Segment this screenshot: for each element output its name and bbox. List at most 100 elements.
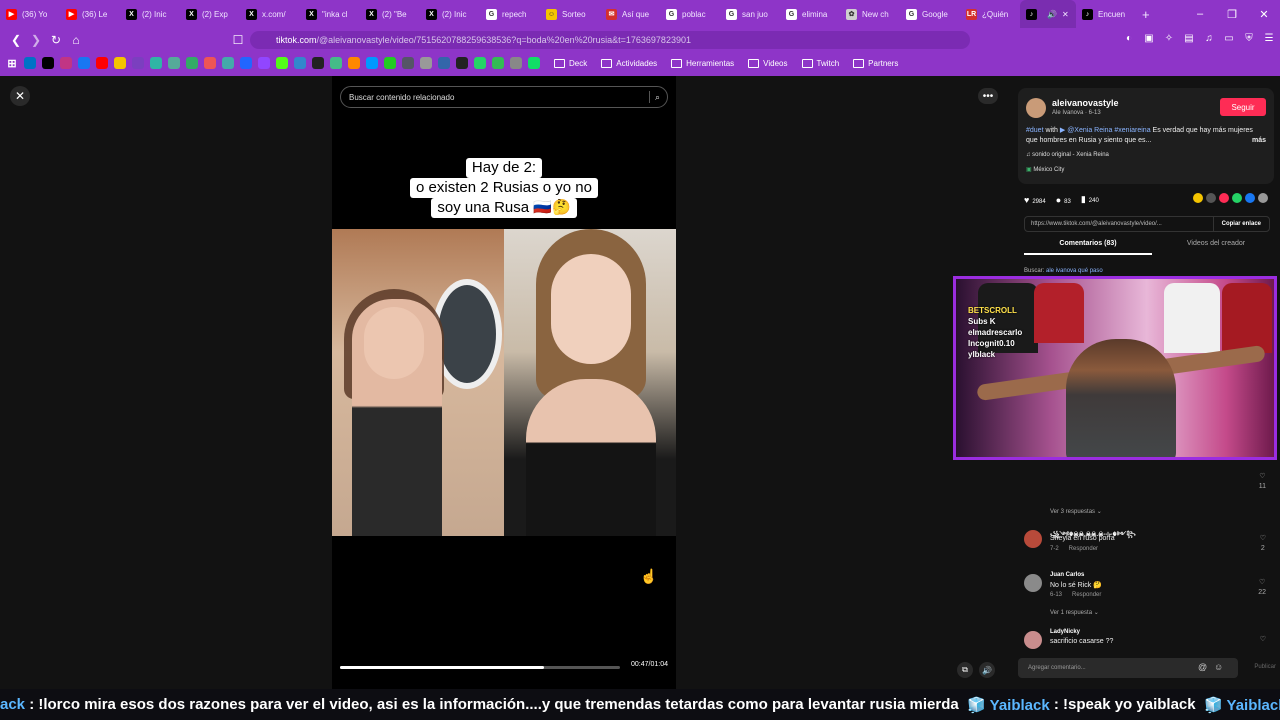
- tab-1[interactable]: ▶ (36) Le: [60, 0, 120, 28]
- mention-link[interactable]: ▶ @Xenia Reina: [1060, 127, 1113, 134]
- tab-16[interactable]: LR ¿Quién: [960, 0, 1020, 28]
- tab-7[interactable]: X (2) Inic: [420, 0, 480, 28]
- bookmark-icon[interactable]: ☐: [228, 30, 248, 50]
- tab-15[interactable]: G Google: [900, 0, 960, 28]
- comment-like[interactable]: ♡: [1260, 635, 1266, 645]
- avatar[interactable]: [1024, 631, 1042, 649]
- tab-3[interactable]: X (2) Exp: [180, 0, 240, 28]
- tab-creator-videos[interactable]: Videos del creador: [1152, 240, 1280, 255]
- instagram-icon[interactable]: [60, 57, 72, 69]
- app-icon[interactable]: [150, 57, 162, 69]
- tab-18[interactable]: ♪ Encuen: [1076, 0, 1136, 28]
- extension-icon[interactable]: ◐: [1122, 31, 1136, 45]
- author-username[interactable]: aleivanovastyle: [1052, 98, 1119, 108]
- back-icon[interactable]: ❮: [6, 30, 26, 50]
- video-player[interactable]: Buscar contenido relacionado ⌕ Hay de 2:…: [332, 76, 676, 689]
- new-tab-button[interactable]: +: [1136, 0, 1156, 28]
- maximize-icon[interactable]: ❐: [1216, 0, 1248, 28]
- view-replies-link[interactable]: Ver 3 respuestas ⌄: [1050, 508, 1102, 515]
- tab-2[interactable]: X (2) Inic: [120, 0, 180, 28]
- comment-like[interactable]: ♡ 2: [1260, 534, 1266, 554]
- tab-12[interactable]: Gsan juo: [720, 0, 780, 28]
- facebook-icon[interactable]: [78, 57, 90, 69]
- coin-icon[interactable]: [1193, 193, 1203, 203]
- save-button[interactable]: ▮ 240: [1081, 194, 1099, 205]
- app-icon[interactable]: [294, 57, 306, 69]
- tab-17[interactable]: ♪ 🔊 ✕: [1020, 0, 1076, 28]
- video-progress-bar[interactable]: [340, 666, 620, 669]
- search-icon[interactable]: ⌕: [649, 91, 661, 103]
- extension-icon[interactable]: ✧: [1162, 31, 1176, 45]
- app-icon[interactable]: [240, 57, 252, 69]
- extension-icon[interactable]: ▣: [1142, 31, 1156, 45]
- audio-icon[interactable]: 🔊: [1047, 10, 1057, 19]
- tab-comments[interactable]: Comentarios (83): [1024, 240, 1152, 255]
- reload-icon[interactable]: ↻: [46, 30, 66, 50]
- comment-like[interactable]: ♡ 11: [1259, 472, 1266, 492]
- whatsapp-icon[interactable]: [1232, 193, 1242, 203]
- close-window-icon[interactable]: ✕: [1248, 0, 1280, 28]
- tab-5[interactable]: X "inka cl: [300, 0, 360, 28]
- more-link[interactable]: más: [1252, 136, 1266, 146]
- pip-icon[interactable]: ⧉: [957, 662, 973, 678]
- app-icon[interactable]: [312, 57, 324, 69]
- close-icon[interactable]: ✕: [10, 86, 30, 106]
- send-icon[interactable]: [1219, 193, 1229, 203]
- tab-0[interactable]: ▶ (36) Yo: [0, 0, 60, 28]
- menu-icon[interactable]: ☰: [1262, 31, 1276, 45]
- app-icon[interactable]: [528, 57, 540, 69]
- wallet-icon[interactable]: ▭: [1222, 31, 1236, 45]
- forward-icon[interactable]: ❯: [26, 30, 46, 50]
- hashtag-link[interactable]: #duet: [1026, 127, 1044, 134]
- facebook-icon[interactable]: [1245, 193, 1255, 203]
- bookmark-folder-4[interactable]: Twitch: [801, 58, 839, 68]
- embed-icon[interactable]: [1206, 193, 1216, 203]
- home-icon[interactable]: ⌂: [66, 30, 86, 50]
- app-icon[interactable]: [384, 57, 396, 69]
- shield-icon[interactable]: ⛨: [1242, 31, 1256, 45]
- comment-like[interactable]: ♡ 22: [1258, 578, 1266, 598]
- app-icon[interactable]: [348, 57, 360, 69]
- app-icon[interactable]: [114, 57, 126, 69]
- tab-4[interactable]: Xx.com/: [240, 0, 300, 28]
- volume-icon[interactable]: 🔊: [979, 662, 995, 678]
- app-icon[interactable]: [222, 57, 234, 69]
- avatar[interactable]: [1026, 98, 1046, 118]
- bookmark-folder-2[interactable]: Herramientas: [671, 58, 734, 68]
- tiktok-icon[interactable]: [42, 57, 54, 69]
- hashtag-link[interactable]: #xeniareina: [1112, 127, 1150, 134]
- comment-author[interactable]: Juan Carlos: [1050, 572, 1084, 578]
- avatar[interactable]: [1024, 530, 1042, 548]
- tab-8[interactable]: Grepech: [480, 0, 540, 28]
- music-link[interactable]: ♫ sonido original - Xenia Reina: [1026, 152, 1109, 158]
- app-icon[interactable]: [366, 57, 378, 69]
- app-icon[interactable]: [132, 57, 144, 69]
- app-icon[interactable]: [438, 57, 450, 69]
- follow-button[interactable]: Seguir: [1220, 98, 1266, 116]
- bookmark-folder-5[interactable]: Partners: [853, 58, 898, 68]
- twitch-icon[interactable]: [258, 57, 270, 69]
- reply-button[interactable]: Responder: [1069, 546, 1098, 552]
- share-link[interactable]: https://www.tiktok.com/@aleivanovastyle/…: [1031, 221, 1162, 227]
- app-icon[interactable]: [204, 57, 216, 69]
- bookmark-folder-0[interactable]: Deck: [554, 58, 587, 68]
- tab-9[interactable]: ☺ Sorteo: [540, 0, 600, 28]
- tab-6[interactable]: X (2) "Be: [360, 0, 420, 28]
- publish-button[interactable]: Publicar: [1254, 664, 1276, 670]
- more-options-icon[interactable]: •••: [978, 88, 998, 104]
- app-icon[interactable]: [402, 57, 414, 69]
- mention-icon[interactable]: @: [1198, 662, 1207, 672]
- location-link[interactable]: ▣ México City: [1026, 166, 1064, 173]
- url-field[interactable]: tiktok.com/@aleivanovastyle/video/751562…: [250, 31, 970, 49]
- app-icon[interactable]: [420, 57, 432, 69]
- tab-11[interactable]: Gpoblac: [660, 0, 720, 28]
- kick-icon[interactable]: [276, 57, 288, 69]
- view-replies-link[interactable]: Ver 1 respuesta ⌄: [1050, 609, 1099, 616]
- comment-author[interactable]: LadyNicky: [1050, 629, 1080, 635]
- app-icon[interactable]: [510, 57, 522, 69]
- share-arrow-icon[interactable]: [1258, 193, 1268, 203]
- close-tab-icon[interactable]: ✕: [1062, 10, 1069, 19]
- comment-button[interactable]: ● 83: [1056, 195, 1071, 205]
- app-icon[interactable]: [330, 57, 342, 69]
- avatar[interactable]: [1024, 574, 1042, 592]
